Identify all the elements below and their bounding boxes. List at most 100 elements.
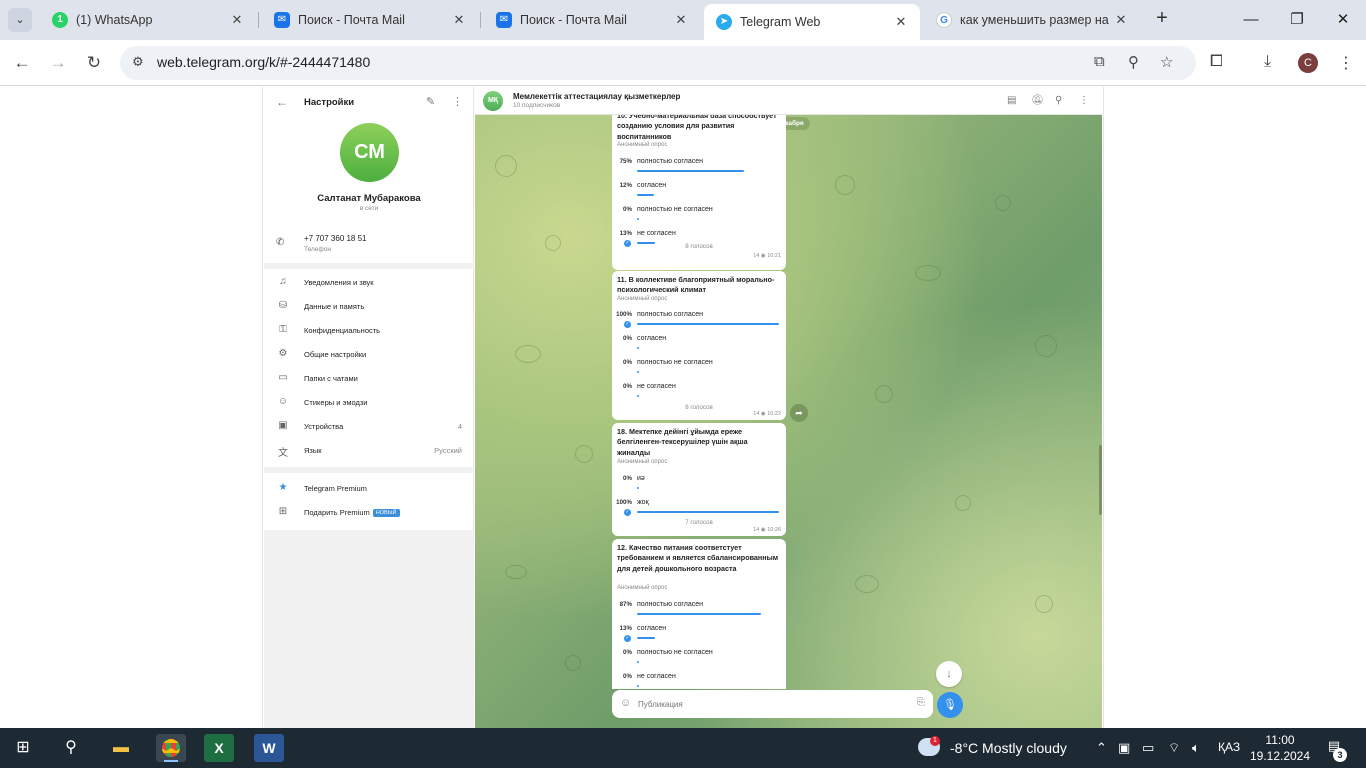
more-vertical-icon[interactable]: ⋮	[452, 95, 463, 108]
settings-item-privacy[interactable]: ⚿ Конфиденциальность	[264, 320, 474, 342]
poll-message[interactable]: 11. В коллективе благоприятный морально-…	[612, 271, 786, 420]
tab-whatsapp[interactable]: 1 (1) WhatsApp ✕	[40, 4, 256, 36]
tab-google[interactable]: G как уменьшить размер на ✕	[924, 4, 1140, 36]
more-vertical-icon[interactable]: ⋮	[1079, 95, 1089, 106]
tab-telegram[interactable]: ➤ Telegram Web ✕	[704, 4, 920, 40]
chrome-icon[interactable]	[156, 734, 186, 762]
zoom-icon[interactable]: ⚲	[1128, 53, 1139, 71]
poll-option[interactable]: 12% согласен	[612, 180, 786, 204]
restore-button[interactable]: ❐	[1274, 0, 1320, 40]
reload-button[interactable]: ↻	[83, 52, 105, 74]
settings-item-notifications[interactable]: ♫ Уведомления и звук	[264, 272, 474, 294]
close-icon[interactable]: ✕	[450, 12, 468, 28]
file-explorer-icon[interactable]: ▬	[106, 734, 136, 762]
check-icon: ✓	[624, 635, 631, 642]
address-bar[interactable]: ⚙ web.telegram.org/k/#-2444471480 ⧉ ⚲ ☆	[120, 46, 1196, 80]
chat-subtitle: 10 подписчиков	[513, 102, 561, 109]
scroll-to-bottom-button[interactable]: ↓	[936, 661, 962, 687]
comments-icon[interactable]: ▤	[1007, 95, 1016, 106]
chevron-up-icon[interactable]: ⌃	[1096, 740, 1107, 756]
network-adapter-icon[interactable]: ▣	[1118, 740, 1130, 756]
new-tab-button[interactable]: +	[1151, 8, 1173, 30]
message-input[interactable]	[638, 696, 898, 712]
poll-option[interactable]: 75% полностью согласен	[612, 156, 786, 180]
share-icon[interactable]: ➦	[790, 404, 808, 422]
profile-status: в сети	[359, 205, 379, 212]
poll-option[interactable]: 100% ✓ полностью согласен	[612, 309, 786, 333]
phone-icon: ✆	[276, 237, 285, 248]
emoji-icon[interactable]: ☺	[620, 697, 631, 709]
poll-option[interactable]: 100% ✓ жоқ	[612, 497, 786, 521]
settings-item-gift-premium[interactable]: ⊞ Подарить Premium НОВЫЙ	[264, 502, 474, 524]
downloads-icon[interactable]: ⤓	[1264, 53, 1271, 71]
profile-avatar-large[interactable]: СМ	[340, 123, 399, 182]
message-time: 10:26	[767, 527, 781, 533]
window-close-button[interactable]: ✕	[1320, 0, 1366, 40]
battery-icon[interactable]: ▭	[1142, 740, 1154, 756]
chat-scrollbar[interactable]	[1099, 445, 1102, 515]
settings-item-general[interactable]: ⚙ Общие настройки	[264, 344, 474, 366]
settings-item-devices[interactable]: ▣ Устройства 4	[264, 416, 474, 438]
site-info-icon[interactable]: ⚙	[132, 54, 144, 70]
chat-avatar[interactable]: МҚ	[483, 91, 503, 111]
background-doodle	[835, 175, 855, 195]
poll-votes[interactable]: 7 голосов	[612, 519, 786, 526]
input-language[interactable]: ҚАЗ	[1218, 740, 1240, 754]
profile-phone[interactable]: +7 707 360 18 51	[304, 234, 367, 243]
back-button[interactable]: ←	[11, 52, 33, 74]
settings-item-premium[interactable]: ★ Telegram Premium	[264, 478, 474, 500]
poll-option[interactable]: 0% не согласен	[612, 381, 786, 405]
arrow-left-icon[interactable]: ←	[276, 95, 288, 109]
tab-mail-1[interactable]: ✉ Поиск - Почта Mail ✕	[262, 4, 478, 36]
taskbar-clock[interactable]: 11:00 19.12.2024	[1248, 732, 1312, 764]
weather-text[interactable]: -8°C Mostly cloudy	[950, 740, 1067, 756]
microphone-button[interactable]: 🎙︎	[937, 692, 963, 718]
settings-item-data[interactable]: ⛁ Данные и память	[264, 296, 474, 318]
settings-item-language[interactable]: 文 Язык Русский	[264, 440, 474, 462]
poll-votes[interactable]: 8 голосов	[612, 404, 786, 411]
poll-votes[interactable]: 8 голосов	[612, 243, 786, 250]
chat-header[interactable]: МҚ Мемлекеттік аттестациялау қызметкерле…	[475, 87, 1102, 115]
close-icon[interactable]: ✕	[892, 14, 910, 30]
mute-icon[interactable]: 🔕︎	[1031, 95, 1044, 106]
windows-start-icon[interactable]: ⊞	[8, 734, 38, 762]
poll-option[interactable]: 87% полностью согласен	[612, 599, 786, 623]
pencil-icon[interactable]: ✎	[426, 95, 435, 108]
bell-icon: ♫	[279, 276, 287, 287]
poll-option[interactable]: 0% согласен	[612, 333, 786, 357]
poll-message[interactable]: 18. Мектепке дейінгі ұйымда ереже белгіл…	[612, 423, 786, 536]
install-app-icon[interactable]: ⧉	[1094, 53, 1105, 70]
settings-filler	[264, 530, 474, 728]
word-icon[interactable]: W	[254, 734, 284, 762]
poll-option[interactable]: 0% полностью не согласен	[612, 647, 786, 671]
paperclip-icon[interactable]: ⎘	[917, 697, 925, 708]
forward-button[interactable]: →	[47, 52, 69, 74]
poll-option-bar	[637, 347, 639, 349]
tab-mail-2[interactable]: ✉ Поиск - Почта Mail ✕	[484, 4, 700, 36]
poll-option[interactable]: 0% иә	[612, 473, 786, 497]
bookmark-star-icon[interactable]: ☆	[1160, 53, 1173, 71]
poll-option[interactable]: 0% не согласен	[612, 671, 786, 689]
tab-search-chevron-icon[interactable]: ⌄	[8, 8, 32, 32]
settings-item-folders[interactable]: ▭ Папки с чатами	[264, 368, 474, 390]
search-icon[interactable]: ⚲	[1055, 95, 1062, 106]
profile-avatar[interactable]: C	[1298, 53, 1318, 73]
settings-item-stickers[interactable]: ☺ Стикеры и эмодзи	[264, 392, 474, 414]
poll-option[interactable]: 0% полностью не согласен	[612, 357, 786, 381]
wifi-icon[interactable]: ⌔	[1168, 740, 1180, 756]
close-icon[interactable]: ✕	[672, 12, 690, 28]
message-time: 10:21	[767, 253, 781, 259]
excel-icon[interactable]: X	[204, 734, 234, 762]
minimize-button[interactable]: —	[1228, 0, 1274, 40]
search-icon[interactable]: ⚲	[56, 734, 86, 762]
close-icon[interactable]: ✕	[228, 12, 246, 28]
poll-message[interactable]: 12. Качество питания соответстует требов…	[612, 539, 786, 689]
browser-menu-icon[interactable]: ⋮	[1338, 53, 1354, 73]
poll-option-percent: 0%	[623, 383, 632, 390]
poll-option[interactable]: 0% полностью не согласен	[612, 204, 786, 228]
close-icon[interactable]: ✕	[1112, 12, 1130, 28]
speaker-icon[interactable]: 🔈︎	[1192, 740, 1200, 756]
poll-message[interactable]: 10. Учебно-материальная база способствуе…	[612, 115, 786, 270]
poll-option[interactable]: 13% ✓ согласен	[612, 623, 786, 647]
extensions-icon[interactable]: ⧠	[1210, 53, 1223, 71]
